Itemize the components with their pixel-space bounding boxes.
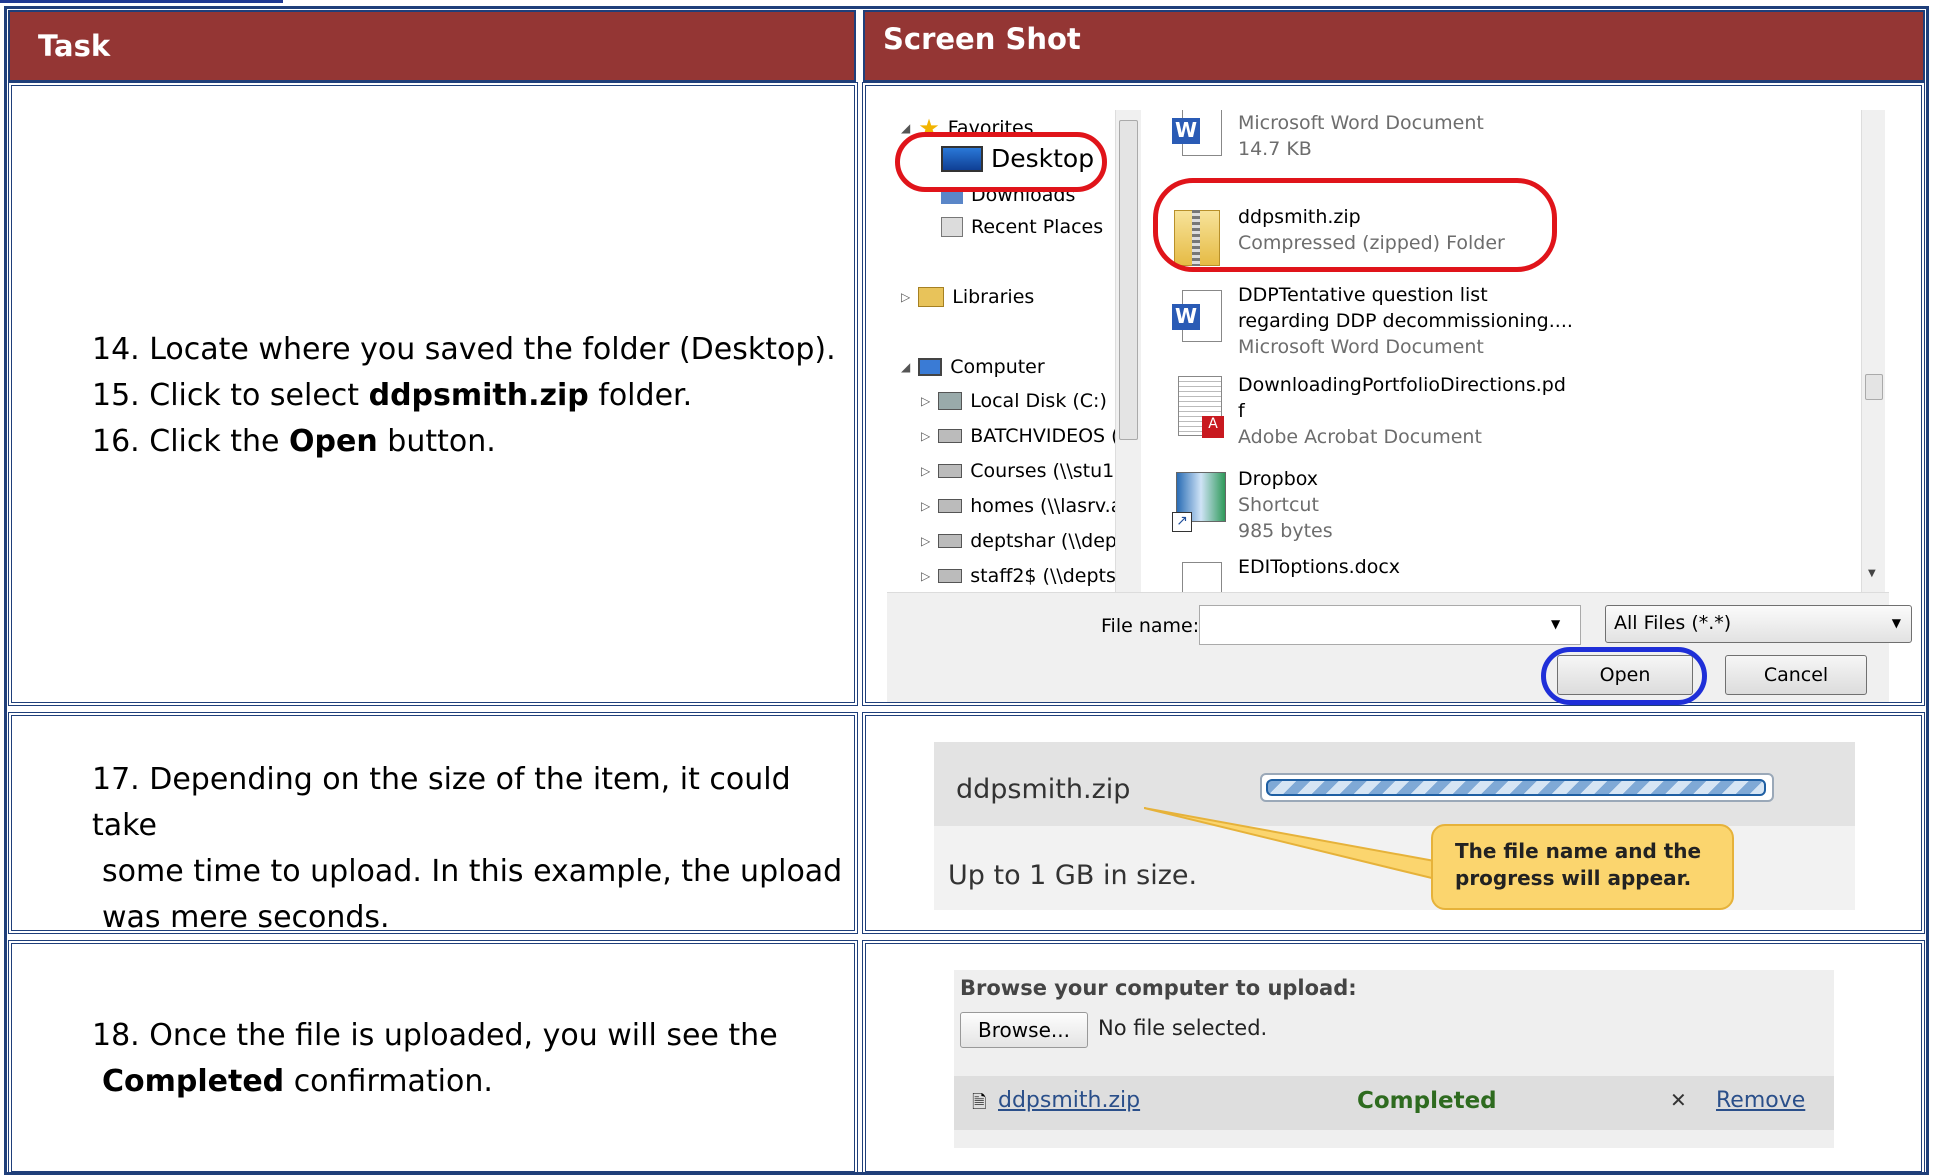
expand-icon: ◢ [901,121,911,135]
word-doc-icon [1172,554,1224,592]
progress-filename: ddpsmith.zip [956,774,1131,805]
file-icon: 🗎 [972,1092,987,1113]
callout-box: The file name and the progress will appea… [1431,824,1734,910]
nav-recent-places[interactable]: Recent Places [941,216,1103,238]
uploaded-file-row: 🗎 ddpsmith.zip Completed ✕ Remove [954,1076,1834,1130]
recent-places-icon [941,217,963,237]
row3-step: 18. Once the file is uploaded, you will … [68,1013,858,1105]
step-18-line2: Completed confirmation. [102,1064,493,1099]
browse-button[interactable]: Browse... [960,1012,1088,1048]
nav-libraries[interactable]: ▷ Libraries [901,286,1034,308]
nav-drive-batchvideos[interactable]: ▷ BATCHVIDEOS (\ [921,425,1125,447]
header-task-label: Task [38,29,111,63]
cancel-button[interactable]: Cancel [1725,655,1867,695]
step-17-line1: 17. Depending on the size of the item, i… [92,762,791,843]
nav-scrollbar[interactable] [1115,110,1141,592]
nav-drive-courses[interactable]: ▷ Courses (\\stu1sr [921,460,1132,482]
file-list-scrollbar[interactable]: ▼ [1861,110,1885,592]
highlight-desktop [895,132,1107,192]
no-file-text: No file selected. [1098,1016,1268,1040]
header-task: Task [8,10,856,82]
step-17-line2: some time to upload. In this example, th… [102,854,843,889]
step-18-line1: 18. Once the file is uploaded, you will … [92,1018,778,1053]
filename-input[interactable] [1199,605,1581,645]
nav-drive-deptshar[interactable]: ▷ deptshar (\\dept: [921,530,1131,552]
network-drive-icon [938,569,963,583]
collapsed-icon: ▷ [901,290,911,304]
scroll-down-icon[interactable]: ▼ [1868,568,1876,579]
row2-step: 17. Depending on the size of the item, i… [68,757,858,941]
shortcut-icon: ↗ [1172,466,1226,532]
callout-pointer [1144,807,1441,880]
completed-status: Completed [1357,1088,1497,1114]
filetype-select[interactable]: All Files (*.*) ▼ [1605,605,1912,643]
highlight-ddpsmith-zip [1153,178,1557,272]
step-15: 15. Click to select ddpsmith.zip folder. [92,378,693,413]
progress-bar-fill [1266,779,1766,796]
pdf-icon: A [1172,372,1224,438]
file-item-dropbox[interactable]: ↗ Dropbox Shortcut 985 bytes [1172,466,1333,544]
header-screenshot: Screen Shot [863,10,1925,82]
file-open-dialog: ◢ ★ Favorites Desktop Downloads Recent Pla… [887,110,1912,705]
drive-icon [938,392,963,410]
row1-steps: 14. Locate where you saved the folder (D… [68,327,848,465]
file-list-scrollbar-thumb[interactable] [1865,374,1883,400]
chevron-down-icon: ▼ [1891,616,1901,630]
dialog-bottom-bar: File name: ▼ All Files (*.*) ▼ Open Cance… [887,592,1912,705]
nav-scrollbar-thumb[interactable] [1119,120,1138,440]
network-drive-icon [938,534,963,548]
network-drive-icon [938,429,963,443]
filename-dropdown-icon[interactable]: ▼ [1551,617,1560,631]
highlight-open [1541,647,1707,705]
remove-icon[interactable]: ✕ [1670,1088,1687,1112]
step-14: 14. Locate where you saved the folder (D… [92,332,836,367]
filename-label: File name: [1101,615,1200,637]
nav-drive-c[interactable]: ▷ Local Disk (C:) [921,390,1107,412]
computer-icon [918,358,943,376]
browse-title: Browse your computer to upload: [960,976,1357,1000]
network-drive-icon [938,464,963,478]
file-item-pdf[interactable]: A DownloadingPortfolioDirections.pd f Adob… [1172,372,1566,450]
file-item-ddp-tentative[interactable]: W DDPTentative question list regarding DD… [1172,282,1573,360]
nav-drive-homes[interactable]: ▷ homes (\\lasrv.al [921,495,1128,517]
expand-icon: ◢ [901,360,911,374]
progress-bar [1260,773,1774,802]
word-doc-icon: W [1172,282,1224,342]
libraries-icon [918,287,945,307]
header-screenshot-label: Screen Shot [883,22,1081,56]
network-drive-icon [938,499,963,513]
step-17-line3: was mere seconds. [102,900,390,935]
uploaded-file-link[interactable]: ddpsmith.zip [998,1088,1140,1113]
nav-computer[interactable]: ◢ Computer [901,356,1045,378]
top-link-underline [0,0,283,3]
remove-link[interactable]: Remove [1716,1088,1805,1113]
step-16: 16. Click the Open button. [92,424,496,459]
file-item-editoptions[interactable]: EDIToptions.docx [1172,554,1400,592]
upload-completed-shot: Browse your computer to upload: Browse..… [954,970,1834,1148]
nav-drive-staff2[interactable]: ▷ staff2$ (\\deptsh [921,565,1128,587]
upload-progress-shot: ddpsmith.zip Up to 1 GB in size. The fil… [934,742,1855,910]
